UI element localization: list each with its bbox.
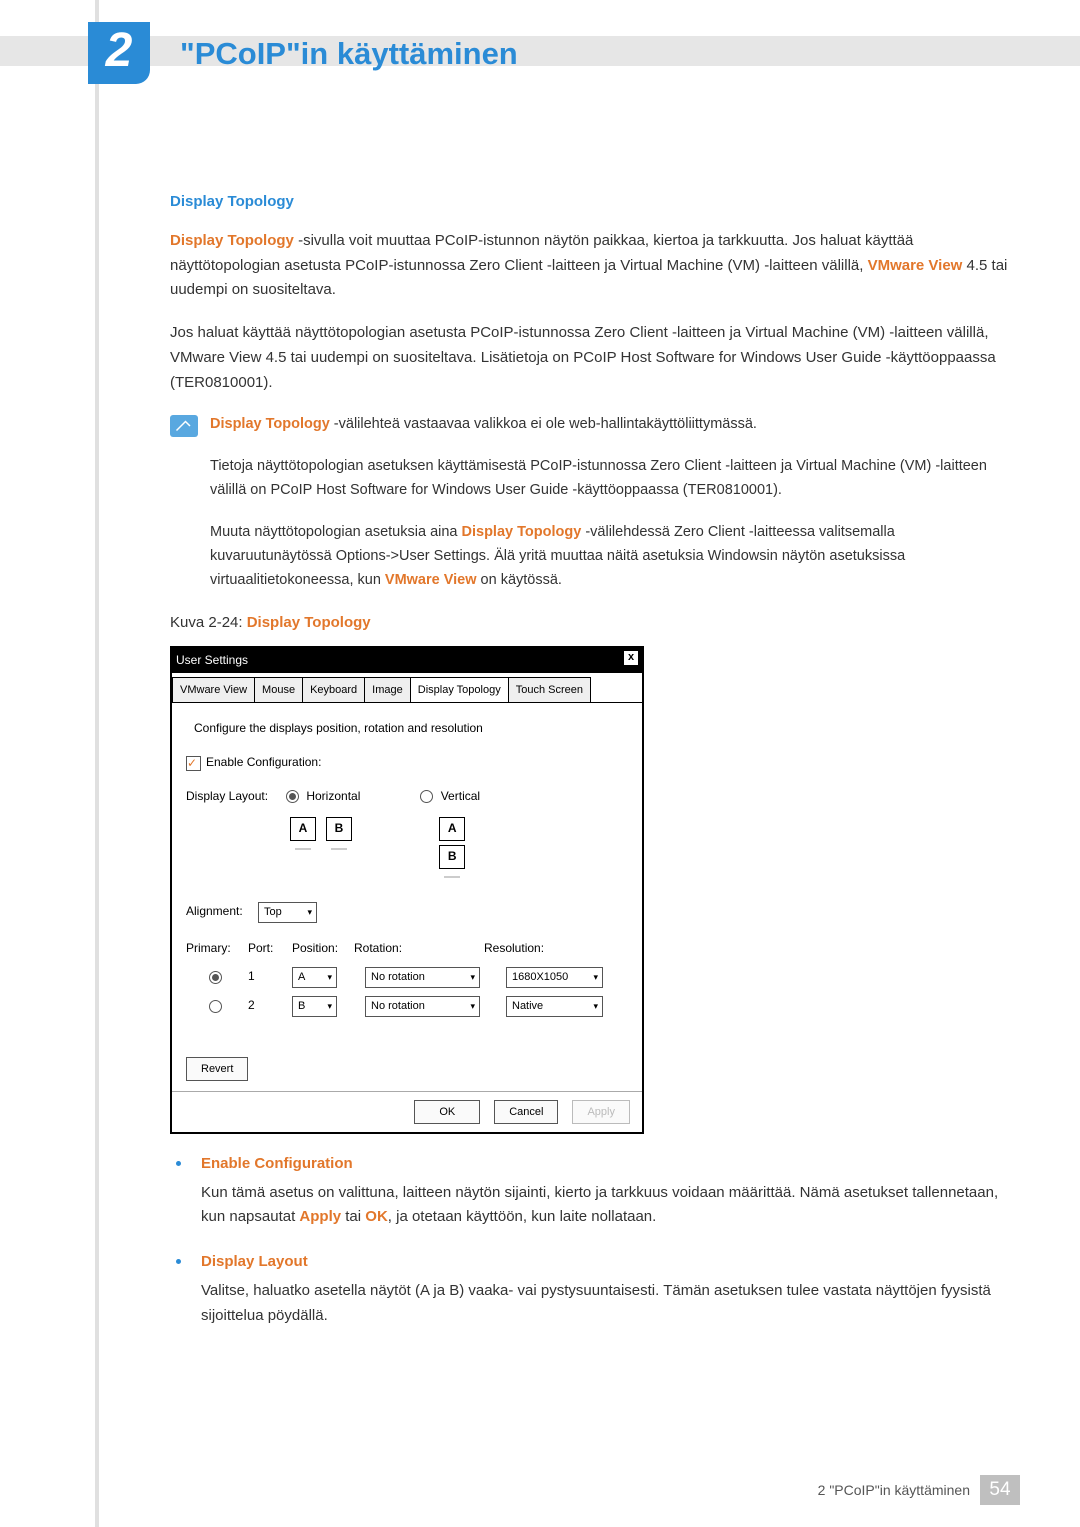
enable-configuration-label: Enable Configuration: xyxy=(206,753,321,773)
layout-box-b2: B xyxy=(439,845,465,869)
position-select[interactable]: B▾ xyxy=(292,996,337,1017)
revert-button[interactable]: Revert xyxy=(186,1057,248,1081)
bullet-display-layout: Display Layout Valitse, haluatko asetell… xyxy=(170,1250,1020,1338)
chapter-title: "PCoIP"in käyttäminen xyxy=(180,36,518,72)
figure-caption: Kuva 2-24: Display Topology xyxy=(170,611,1020,636)
tab-touch-screen[interactable]: Touch Screen xyxy=(508,677,591,702)
bullet-enable-configuration: Enable Configuration Kun tämä asetus on … xyxy=(170,1152,1020,1240)
tab-vmware-view[interactable]: VMware View xyxy=(172,677,255,702)
dialog-instruction: Configure the displays position, rotatio… xyxy=(194,719,628,739)
resolution-select[interactable]: 1680X1050▾ xyxy=(506,967,603,988)
layout-box-b: B xyxy=(326,817,352,841)
close-icon[interactable]: x xyxy=(624,651,638,665)
note-line-2: Tietoja näyttötopologian asetuksen käytt… xyxy=(210,455,1020,503)
layout-box-a: A xyxy=(290,817,316,841)
layout-box-a2: A xyxy=(439,817,465,841)
option-vertical: Vertical xyxy=(441,789,480,803)
user-settings-dialog: User Settings x VMware ViewMouseKeyboard… xyxy=(170,646,644,1134)
bullet-1-body: Kun tämä asetus on valittuna, laitteen n… xyxy=(201,1181,1020,1231)
dialog-title: User Settings xyxy=(176,651,248,671)
option-horizontal: Horizontal xyxy=(306,789,360,803)
primary-radio[interactable] xyxy=(209,1000,222,1013)
chapter-number: 2 xyxy=(88,22,150,84)
chevron-down-icon: ▾ xyxy=(307,905,312,920)
col-port: Port: xyxy=(248,939,292,959)
footer-breadcrumb: 2 "PCoIP"in käyttäminen xyxy=(818,1482,970,1498)
bullet-2-body: Valitse, haluatko asetella näytöt (A ja … xyxy=(201,1279,1020,1329)
display-row: 1A▾ No rotation▾ 1680X1050▾ xyxy=(186,967,628,988)
note-line-3: Muuta näyttötopologian asetuksia aina Di… xyxy=(210,521,1020,593)
primary-radio[interactable] xyxy=(209,971,222,984)
page-number: 54 xyxy=(980,1475,1020,1505)
bullet-2-title: Display Layout xyxy=(201,1250,1020,1275)
col-position: Position: xyxy=(292,939,354,959)
enable-configuration-checkbox[interactable] xyxy=(186,756,201,771)
display-layout-label: Display Layout: xyxy=(186,787,286,807)
radio-vertical[interactable] xyxy=(420,790,433,803)
alignment-select[interactable]: Top▾ xyxy=(258,902,317,923)
port-value: 1 xyxy=(248,967,292,987)
position-select[interactable]: A▾ xyxy=(292,967,337,988)
section-para-2: Jos haluat käyttää näyttötopologian aset… xyxy=(170,321,1020,395)
tab-display-topology[interactable]: Display Topology xyxy=(410,677,509,702)
rotation-select[interactable]: No rotation▾ xyxy=(365,996,480,1017)
section-para-1: Display Topology -sivulla voit muuttaa P… xyxy=(170,229,1020,303)
section-heading: Display Topology xyxy=(170,190,1020,215)
note-line-1: Display Topology -välilehteä vastaavaa v… xyxy=(210,413,1020,437)
col-resolution: Resolution: xyxy=(484,939,544,959)
radio-horizontal[interactable] xyxy=(286,790,299,803)
port-value: 2 xyxy=(248,996,292,1016)
apply-button[interactable]: Apply xyxy=(572,1100,630,1124)
tab-keyboard[interactable]: Keyboard xyxy=(302,677,365,702)
rotation-select[interactable]: No rotation▾ xyxy=(365,967,480,988)
alignment-label: Alignment: xyxy=(186,902,258,922)
note-icon xyxy=(170,415,198,437)
cancel-button[interactable]: Cancel xyxy=(494,1100,558,1124)
col-rotation: Rotation: xyxy=(354,939,484,959)
tab-mouse[interactable]: Mouse xyxy=(254,677,303,702)
resolution-select[interactable]: Native▾ xyxy=(506,996,603,1017)
display-row: 2B▾ No rotation▾ Native▾ xyxy=(186,996,628,1017)
ok-button[interactable]: OK xyxy=(414,1100,480,1124)
bullet-1-title: Enable Configuration xyxy=(201,1152,1020,1177)
col-primary: Primary: xyxy=(186,939,248,959)
tab-image[interactable]: Image xyxy=(364,677,411,702)
